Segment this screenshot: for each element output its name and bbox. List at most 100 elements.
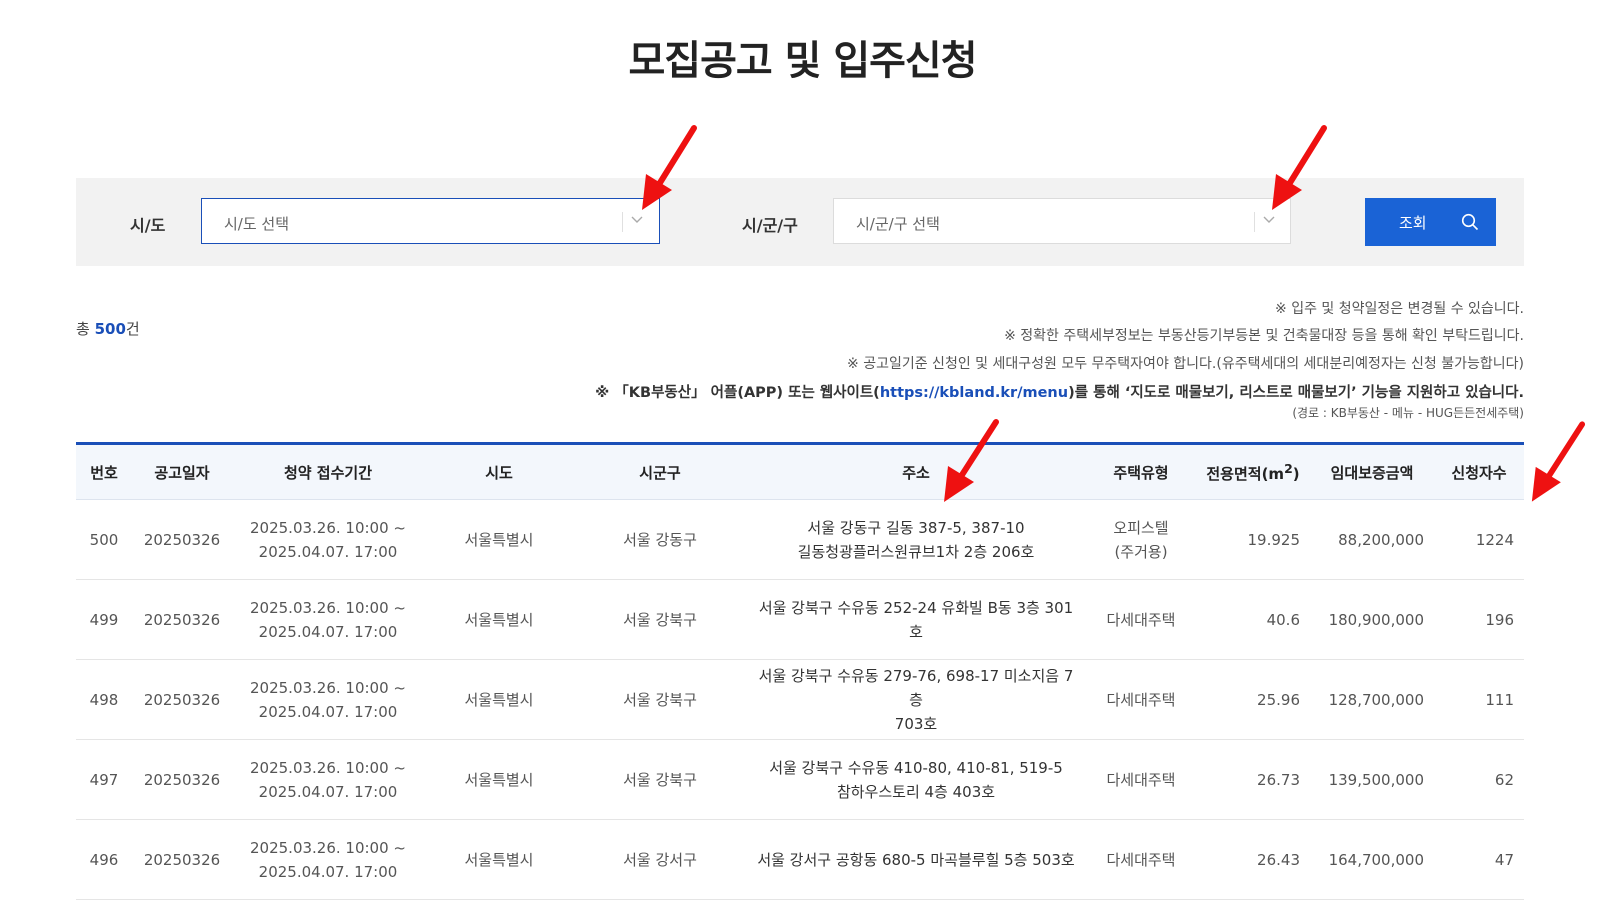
- sigungu-select[interactable]: 시/군/구 선택: [833, 198, 1291, 244]
- cell-sido: 서울특별시: [424, 739, 574, 820]
- header-no: 번호: [76, 442, 132, 500]
- cell-date-text: 20250326: [143, 690, 221, 709]
- chevron-down-icon[interactable]: [1260, 211, 1278, 229]
- cell-sido-text: 서울특별시: [464, 530, 534, 549]
- header-date: 공고일자: [132, 442, 232, 500]
- cell-sigungu-text: 서울 강서구: [623, 850, 697, 869]
- cell-applicants: 196: [1434, 579, 1524, 660]
- cell-date: 20250326: [132, 499, 232, 580]
- cell-date: 20250326: [132, 819, 232, 900]
- cell-address-text: 서울 강서구 공항동 680-5 마곡블루힐 5층 503호: [757, 850, 1075, 869]
- total-prefix: 총: [76, 320, 95, 338]
- table-row[interactable]: 496 20250326 2025.03.26. 10:00 ~ 2025.04.07…: [76, 819, 1524, 900]
- cell-address: 서울 강서구 공항동 680-5 마곡블루힐 5층 503호: [746, 819, 1086, 900]
- cell-no: 500: [76, 499, 132, 580]
- cell-area: 26.73: [1196, 739, 1310, 820]
- header-type: 주택유형: [1086, 442, 1196, 500]
- cell-area: 19.925: [1196, 499, 1310, 580]
- cell-applicants: 111: [1434, 659, 1524, 740]
- cell-applicants-text: 196: [1485, 610, 1514, 629]
- cell-area-text: 26.73: [1257, 770, 1300, 789]
- cell-area: 40.6: [1196, 579, 1310, 660]
- notice-line: ※ 공고일기준 신청인 및 세대구성원 모두 무주택자여야 합니다.(유주택세대…: [847, 356, 1524, 372]
- select-divider: [1254, 212, 1255, 232]
- cell-address: 서울 강북구 수유동 252-24 유화빌 B동 3층 301호: [746, 579, 1086, 660]
- notice-line: ※ 정확한 주택세부정보는 부동산등기부등본 및 건축물대장 등을 통해 확인 …: [1004, 328, 1524, 344]
- table-row[interactable]: 497 20250326 2025.03.26. 10:00 ~ 2025.04.07…: [76, 739, 1524, 820]
- cell-period-text: 2025.04.07. 17:00: [258, 702, 398, 721]
- kb-notice: ※ 「KB부동산」 어플(APP) 또는 웹사이트(https://kbland…: [595, 381, 1524, 402]
- cell-type: 다세대주택: [1086, 739, 1196, 820]
- cell-type-text: 다세대주택: [1106, 770, 1176, 789]
- cell-area-text: 26.43: [1257, 850, 1300, 869]
- cell-period-text: 2025.04.07. 17:00: [258, 862, 398, 881]
- header-sido: 시도: [424, 442, 574, 500]
- select-divider: [622, 212, 623, 232]
- cell-applicants-text: 111: [1485, 690, 1514, 709]
- cell-sido: 서울특별시: [424, 579, 574, 660]
- cell-area-text: 19.925: [1247, 530, 1301, 549]
- cell-deposit-text: 88,200,000: [1338, 530, 1424, 549]
- cell-type-text: 다세대주택: [1106, 850, 1176, 869]
- cell-deposit-text: 164,700,000: [1328, 850, 1424, 869]
- cell-area: 26.43: [1196, 819, 1310, 900]
- red-arrow-icon: [1531, 421, 1586, 502]
- chevron-down-icon[interactable]: [628, 211, 646, 229]
- cell-sido-text: 서울특별시: [464, 770, 534, 789]
- red-arrow-icon: [642, 125, 697, 210]
- header-area-sup: 2: [1284, 460, 1293, 476]
- cell-no-text: 496: [89, 850, 119, 869]
- cell-deposit-text: 180,900,000: [1328, 610, 1424, 629]
- cell-deposit: 88,200,000: [1310, 499, 1434, 580]
- sido-placeholder: 시/도 선택: [224, 215, 290, 233]
- cell-period-text: 2025.03.26. 10:00 ~: [250, 518, 406, 537]
- cell-area-text: 40.6: [1266, 610, 1300, 629]
- total-number: 500: [94, 320, 126, 338]
- cell-period-text: 2025.03.26. 10:00 ~: [250, 598, 406, 617]
- page-title: 모집공고 및 입주신청: [628, 38, 977, 84]
- cell-no: 496: [76, 819, 132, 900]
- table-row[interactable]: 500 20250326 2025.03.26. 10:00 ~ 2025.04.07…: [76, 499, 1524, 580]
- cell-sigungu: 서울 강북구: [574, 659, 746, 740]
- cell-address: 서울 강동구 길동 387-5, 387-10 길동청광플러스원큐브1차 2층 2…: [746, 499, 1086, 580]
- cell-sido: 서울특별시: [424, 659, 574, 740]
- cell-date: 20250326: [132, 579, 232, 660]
- table-row[interactable]: 499 20250326 2025.03.26. 10:00 ~ 2025.04.07…: [76, 579, 1524, 660]
- cell-type-text: (주거용): [1114, 542, 1168, 561]
- cell-period-text: 2025.03.26. 10:00 ~: [250, 838, 406, 857]
- table-row[interactable]: 498 20250326 2025.03.26. 10:00 ~ 2025.04.07…: [76, 659, 1524, 740]
- cell-type: 다세대주택: [1086, 819, 1196, 900]
- header-address: 주소: [746, 442, 1086, 500]
- table-header-row: 번호 공고일자 청약 접수기간 시도 시군구 주소 주택유형 전용면적(m2) …: [76, 442, 1524, 500]
- cell-address-text: 서울 강북구 수유동 410-80, 410-81, 519-5: [769, 758, 1063, 777]
- cell-sigungu-text: 서울 강북구: [623, 690, 697, 709]
- kb-link[interactable]: https://kbland.kr/menu: [880, 385, 1068, 401]
- cell-no: 497: [76, 739, 132, 820]
- cell-period: 2025.03.26. 10:00 ~ 2025.04.07. 17:00: [232, 499, 424, 580]
- search-button[interactable]: 조회: [1365, 198, 1496, 246]
- cell-period: 2025.03.26. 10:00 ~ 2025.04.07. 17:00: [232, 819, 424, 900]
- cell-type-text: 다세대주택: [1106, 690, 1176, 709]
- cell-type: 오피스텔 (주거용): [1086, 499, 1196, 580]
- cell-sigungu-text: 서울 강북구: [623, 610, 697, 629]
- cell-date: 20250326: [132, 739, 232, 820]
- cell-sido: 서울특별시: [424, 819, 574, 900]
- cell-no-text: 499: [89, 610, 119, 629]
- header-period: 청약 접수기간: [232, 442, 424, 500]
- cell-no-text: 497: [89, 770, 119, 789]
- search-icon: [1461, 213, 1479, 231]
- cell-deposit: 180,900,000: [1310, 579, 1434, 660]
- cell-sigungu: 서울 강서구: [574, 819, 746, 900]
- cell-sigungu-text: 서울 강북구: [623, 770, 697, 789]
- kb-path: (경로 : KB부동산 - 메뉴 - HUG든든전세주택): [1292, 406, 1524, 420]
- sido-select[interactable]: 시/도 선택: [201, 198, 660, 244]
- cell-address-text: 703호: [894, 714, 938, 733]
- cell-period: 2025.03.26. 10:00 ~ 2025.04.07. 17:00: [232, 659, 424, 740]
- cell-no-text: 500: [89, 530, 119, 549]
- cell-type-text: 다세대주택: [1106, 610, 1176, 629]
- cell-sigungu-text: 서울 강동구: [623, 530, 697, 549]
- cell-date-text: 20250326: [143, 770, 221, 789]
- cell-date: 20250326: [132, 659, 232, 740]
- cell-no: 498: [76, 659, 132, 740]
- cell-date-text: 20250326: [143, 850, 221, 869]
